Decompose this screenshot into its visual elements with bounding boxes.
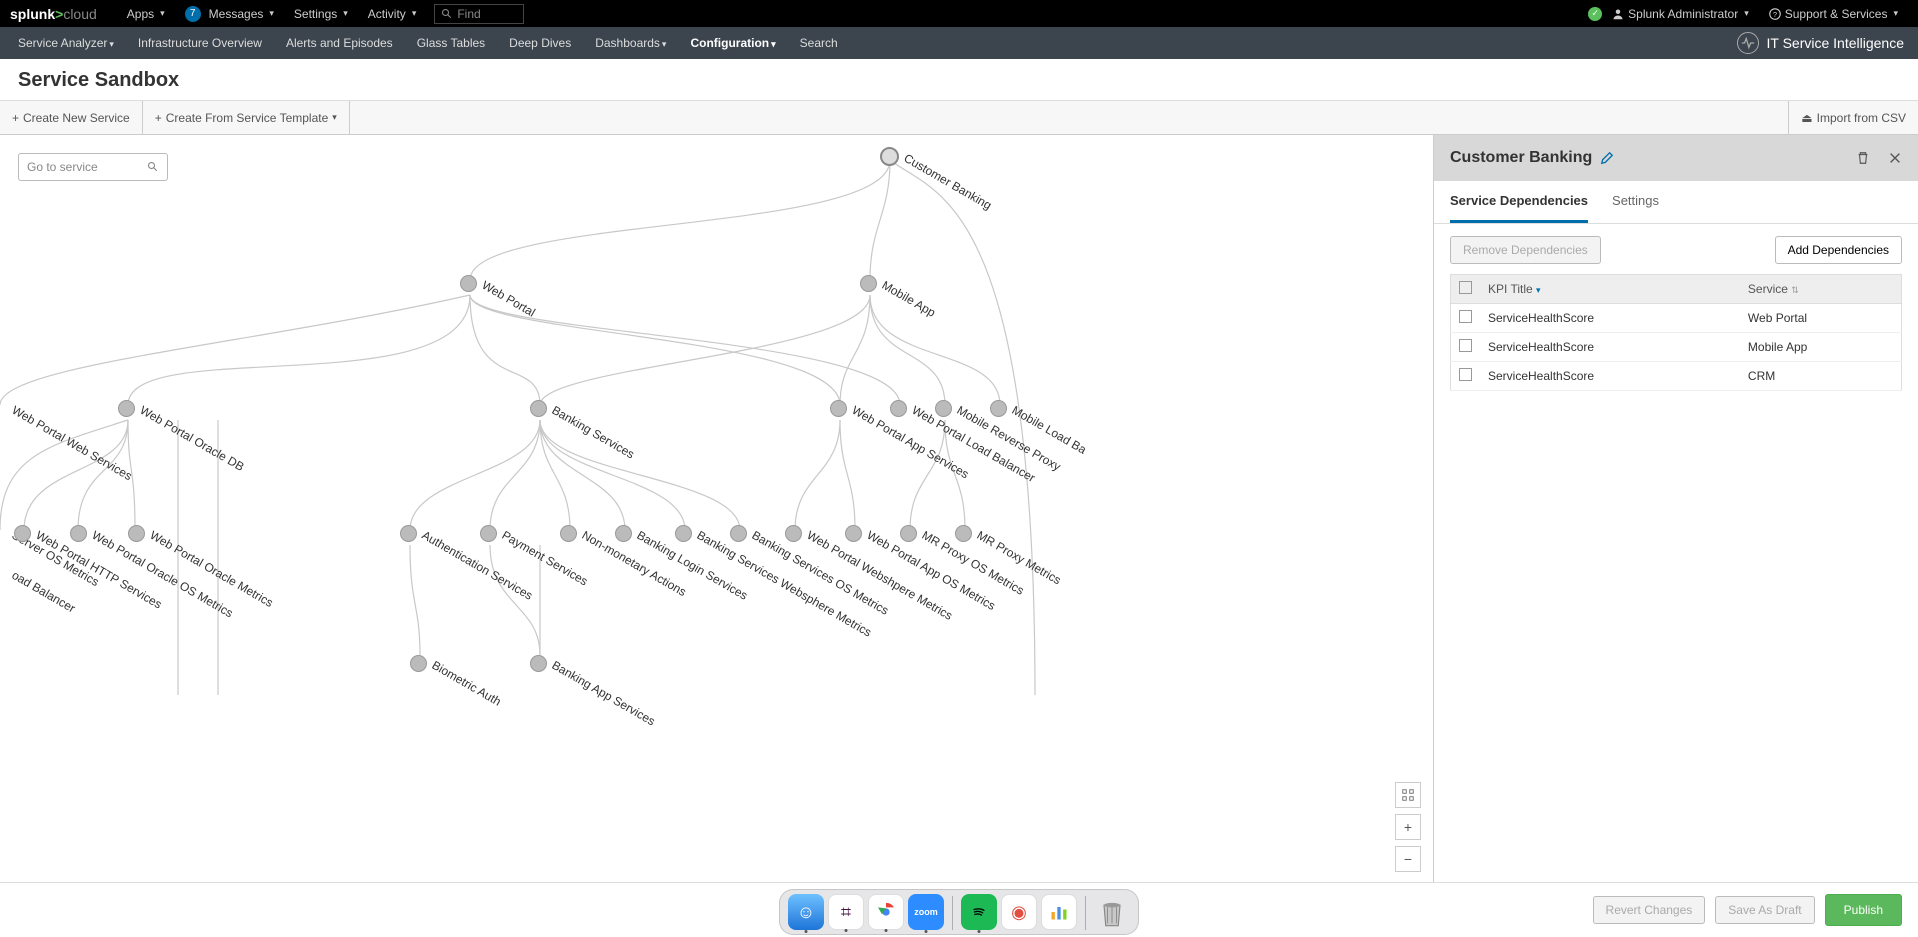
node-banking-services[interactable]: Banking Services: [530, 400, 646, 417]
node-load-balancer-partial[interactable]: oad Balancer: [0, 565, 84, 582]
app-chart-icon[interactable]: [1041, 894, 1077, 930]
delete-icon[interactable]: [1856, 151, 1870, 165]
nav-deep-dives[interactable]: Deep Dives: [497, 36, 583, 50]
nav-glass-tables[interactable]: Glass Tables: [405, 36, 497, 50]
remove-dependencies-button[interactable]: Remove Dependencies: [1450, 236, 1601, 264]
chrome-icon[interactable]: [868, 894, 904, 930]
nav-infra-overview[interactable]: Infrastructure Overview: [126, 36, 274, 50]
row-checkbox[interactable]: [1459, 339, 1472, 352]
apps-menu[interactable]: Apps: [117, 7, 175, 21]
itsi-brand[interactable]: IT Service Intelligence: [1737, 32, 1912, 54]
zoom-out-button[interactable]: −: [1395, 846, 1421, 872]
main-content: Go to service: [0, 135, 1918, 884]
node-wp-oracle-db[interactable]: Web Portal Oracle DB: [118, 400, 259, 417]
table-row[interactable]: ServiceHealthScore Mobile App: [1451, 333, 1902, 362]
zoom-in-button[interactable]: +: [1395, 814, 1421, 840]
toolbar: + Create New Service + Create From Servi…: [0, 101, 1918, 135]
row-checkbox[interactable]: [1459, 368, 1472, 381]
user-icon: [1612, 8, 1624, 20]
table-row[interactable]: ServiceHealthScore Web Portal: [1451, 304, 1902, 333]
node-customer-banking[interactable]: Customer Banking: [880, 147, 1004, 166]
app-navbar: Service Analyzer Infrastructure Overview…: [0, 27, 1918, 59]
search-icon: [441, 8, 453, 20]
svg-text:?: ?: [1773, 10, 1777, 19]
panel-tabs: Service Dependencies Settings: [1434, 181, 1918, 224]
splunk-logo[interactable]: splunk>cloud: [10, 6, 97, 22]
node-banking-app-services[interactable]: Banking App Services: [530, 655, 670, 672]
nav-alerts[interactable]: Alerts and Episodes: [274, 36, 405, 50]
activity-menu[interactable]: Activity: [358, 7, 427, 21]
create-new-service-button[interactable]: + Create New Service: [0, 101, 143, 134]
page-title: Service Sandbox: [18, 69, 1900, 92]
plus-icon: +: [12, 111, 19, 125]
import-csv-button[interactable]: ⏏ Import from CSV: [1788, 101, 1918, 134]
tab-service-dependencies[interactable]: Service Dependencies: [1450, 181, 1588, 223]
service-tree-canvas[interactable]: Go to service: [0, 135, 1433, 884]
tab-settings[interactable]: Settings: [1612, 181, 1659, 223]
spotify-icon[interactable]: [961, 894, 997, 930]
chevron-down-icon: ▾: [332, 112, 337, 123]
go-to-service-input[interactable]: Go to service: [18, 153, 168, 181]
nav-configuration[interactable]: Configuration: [678, 36, 787, 50]
dependencies-table: KPI Title ▾ Service ⇅ ServiceHealthScore…: [1450, 274, 1902, 391]
node-mobile-load-bal[interactable]: Mobile Load Ba: [990, 400, 1096, 417]
page-header: Service Sandbox: [0, 59, 1918, 101]
save-draft-button[interactable]: Save As Draft: [1715, 896, 1814, 924]
zoom-controls: + −: [1395, 782, 1421, 872]
nav-search[interactable]: Search: [788, 36, 850, 50]
panel-title: Customer Banking: [1450, 149, 1614, 167]
close-icon[interactable]: [1888, 151, 1902, 165]
col-kpi-title[interactable]: KPI Title ▾: [1480, 275, 1740, 304]
zoom-icon[interactable]: zoom: [908, 894, 944, 930]
create-from-template-button[interactable]: + Create From Service Template ▾: [143, 101, 350, 134]
help-icon: ?: [1769, 8, 1781, 20]
panel-body: Remove Dependencies Add Dependencies KPI…: [1434, 224, 1918, 403]
sort-indicator-icon: ▾: [1536, 285, 1541, 295]
messages-badge: 7: [185, 6, 201, 22]
nav-service-analyzer[interactable]: Service Analyzer: [6, 36, 126, 50]
select-all-checkbox[interactable]: [1459, 281, 1472, 294]
graph-nodes: Customer Banking Web Portal Mobile App W…: [0, 135, 1433, 884]
trash-icon[interactable]: [1094, 894, 1130, 930]
slack-icon[interactable]: ⌗: [828, 894, 864, 930]
table-row[interactable]: ServiceHealthScore CRM: [1451, 362, 1902, 391]
add-dependencies-button[interactable]: Add Dependencies: [1775, 236, 1902, 264]
find-input[interactable]: Find: [434, 4, 524, 24]
row-checkbox[interactable]: [1459, 310, 1472, 323]
revert-button[interactable]: Revert Changes: [1593, 896, 1706, 924]
support-menu[interactable]: ? Support & Services: [1759, 7, 1908, 21]
macos-dock: ☺ ⌗ zoom ◉: [779, 889, 1139, 935]
nav-dashboards[interactable]: Dashboards: [583, 36, 678, 50]
finder-icon[interactable]: ☺: [788, 894, 824, 930]
search-icon: [147, 161, 159, 173]
itsi-pulse-icon: [1737, 32, 1759, 54]
fit-button[interactable]: [1395, 782, 1421, 808]
node-wp-oracle-metrics[interactable]: Web Portal Oracle Metrics: [128, 525, 291, 542]
plus-icon: +: [155, 111, 162, 125]
user-menu[interactable]: Splunk Administrator: [1602, 7, 1759, 21]
global-topbar: splunk>cloud Apps 7 Messages Settings Ac…: [0, 0, 1918, 27]
node-mr-proxy-metrics[interactable]: MR Proxy Metrics: [955, 525, 1073, 542]
node-mobile-app[interactable]: Mobile App: [860, 275, 942, 292]
sort-icon: ⇅: [1791, 285, 1799, 295]
publish-button[interactable]: Publish: [1825, 894, 1902, 926]
settings-menu[interactable]: Settings: [284, 7, 358, 21]
upload-icon: ⏏: [1801, 111, 1812, 125]
messages-menu[interactable]: 7 Messages: [175, 6, 284, 22]
panel-header: Customer Banking: [1434, 135, 1918, 181]
app-record-icon[interactable]: ◉: [1001, 894, 1037, 930]
fit-icon: [1401, 788, 1415, 802]
details-panel: Customer Banking Service Dependencies Se…: [1433, 135, 1918, 884]
node-biometric-auth[interactable]: Biometric Auth: [410, 655, 510, 672]
node-web-portal[interactable]: Web Portal: [460, 275, 542, 292]
edit-icon[interactable]: [1600, 151, 1614, 165]
health-status-icon[interactable]: ✓: [1588, 7, 1602, 21]
col-service[interactable]: Service ⇅: [1740, 275, 1902, 304]
